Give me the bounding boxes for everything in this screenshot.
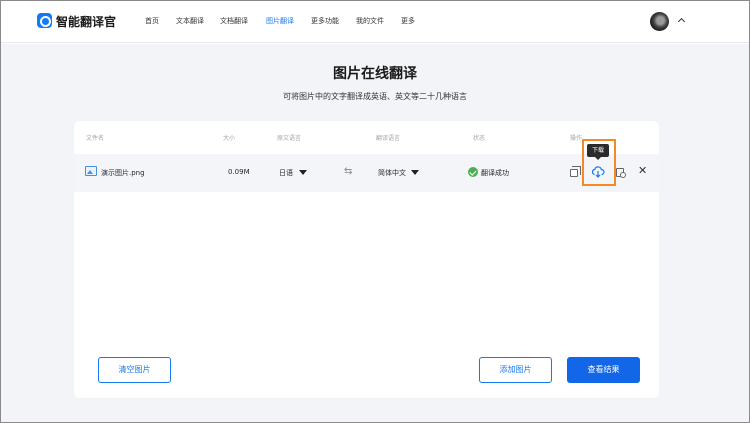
cloud-download-icon[interactable] (591, 166, 605, 178)
swap-arrows-icon[interactable]: ⇆ (344, 167, 352, 177)
column-header-status: 状态 (473, 135, 486, 142)
clear-images-button[interactable]: 清空图片 (98, 357, 171, 383)
app-logo-icon[interactable] (37, 13, 52, 28)
copy-icon[interactable] (570, 166, 581, 177)
add-image-button[interactable]: 添加图片 (479, 357, 552, 383)
avatar[interactable] (650, 12, 669, 31)
nav-item-doc-translate[interactable]: 文档翻译 (220, 16, 248, 26)
file-size: 0.09M (228, 168, 250, 176)
preview-icon[interactable] (616, 168, 626, 178)
nav-item-home[interactable]: 首页 (145, 16, 159, 26)
target-language-select[interactable]: 简体中文 (378, 168, 406, 178)
chevron-down-icon[interactable] (411, 170, 419, 175)
column-header-filename: 文件名 (86, 135, 105, 142)
check-circle-icon (468, 167, 478, 177)
nav-item-image-translate[interactable]: 图片翻译 (266, 16, 294, 26)
nav-item-more[interactable]: 更多 (401, 16, 415, 26)
chevron-down-icon[interactable] (299, 170, 307, 175)
source-language-select[interactable]: 日语 (279, 168, 293, 178)
nav-item-text-translate[interactable]: 文本翻译 (176, 16, 204, 26)
column-header-actions: 操作 (570, 135, 583, 142)
nav-item-my-files[interactable]: 我的文件 (356, 16, 384, 26)
page-title: 图片在线翻译 (333, 66, 417, 82)
download-tooltip: 下载 (587, 144, 609, 160)
nav-item-more-features[interactable]: 更多功能 (311, 16, 339, 26)
view-results-button[interactable]: 查看结果 (567, 357, 640, 383)
app-name[interactable]: 智能翻译官 (56, 13, 116, 30)
page-subtitle: 可将图片中的文字翻译成英语、英文等二十几种语言 (283, 92, 467, 101)
column-header-size: 大小 (223, 135, 236, 142)
status-text: 翻译成功 (481, 169, 509, 177)
close-icon[interactable]: ✕ (638, 165, 647, 176)
file-name: 演示图片.png (101, 169, 145, 177)
image-file-icon (85, 166, 97, 176)
column-header-target-language: 翻译语言 (376, 135, 401, 142)
column-header-source-language: 原文语言 (277, 135, 302, 142)
